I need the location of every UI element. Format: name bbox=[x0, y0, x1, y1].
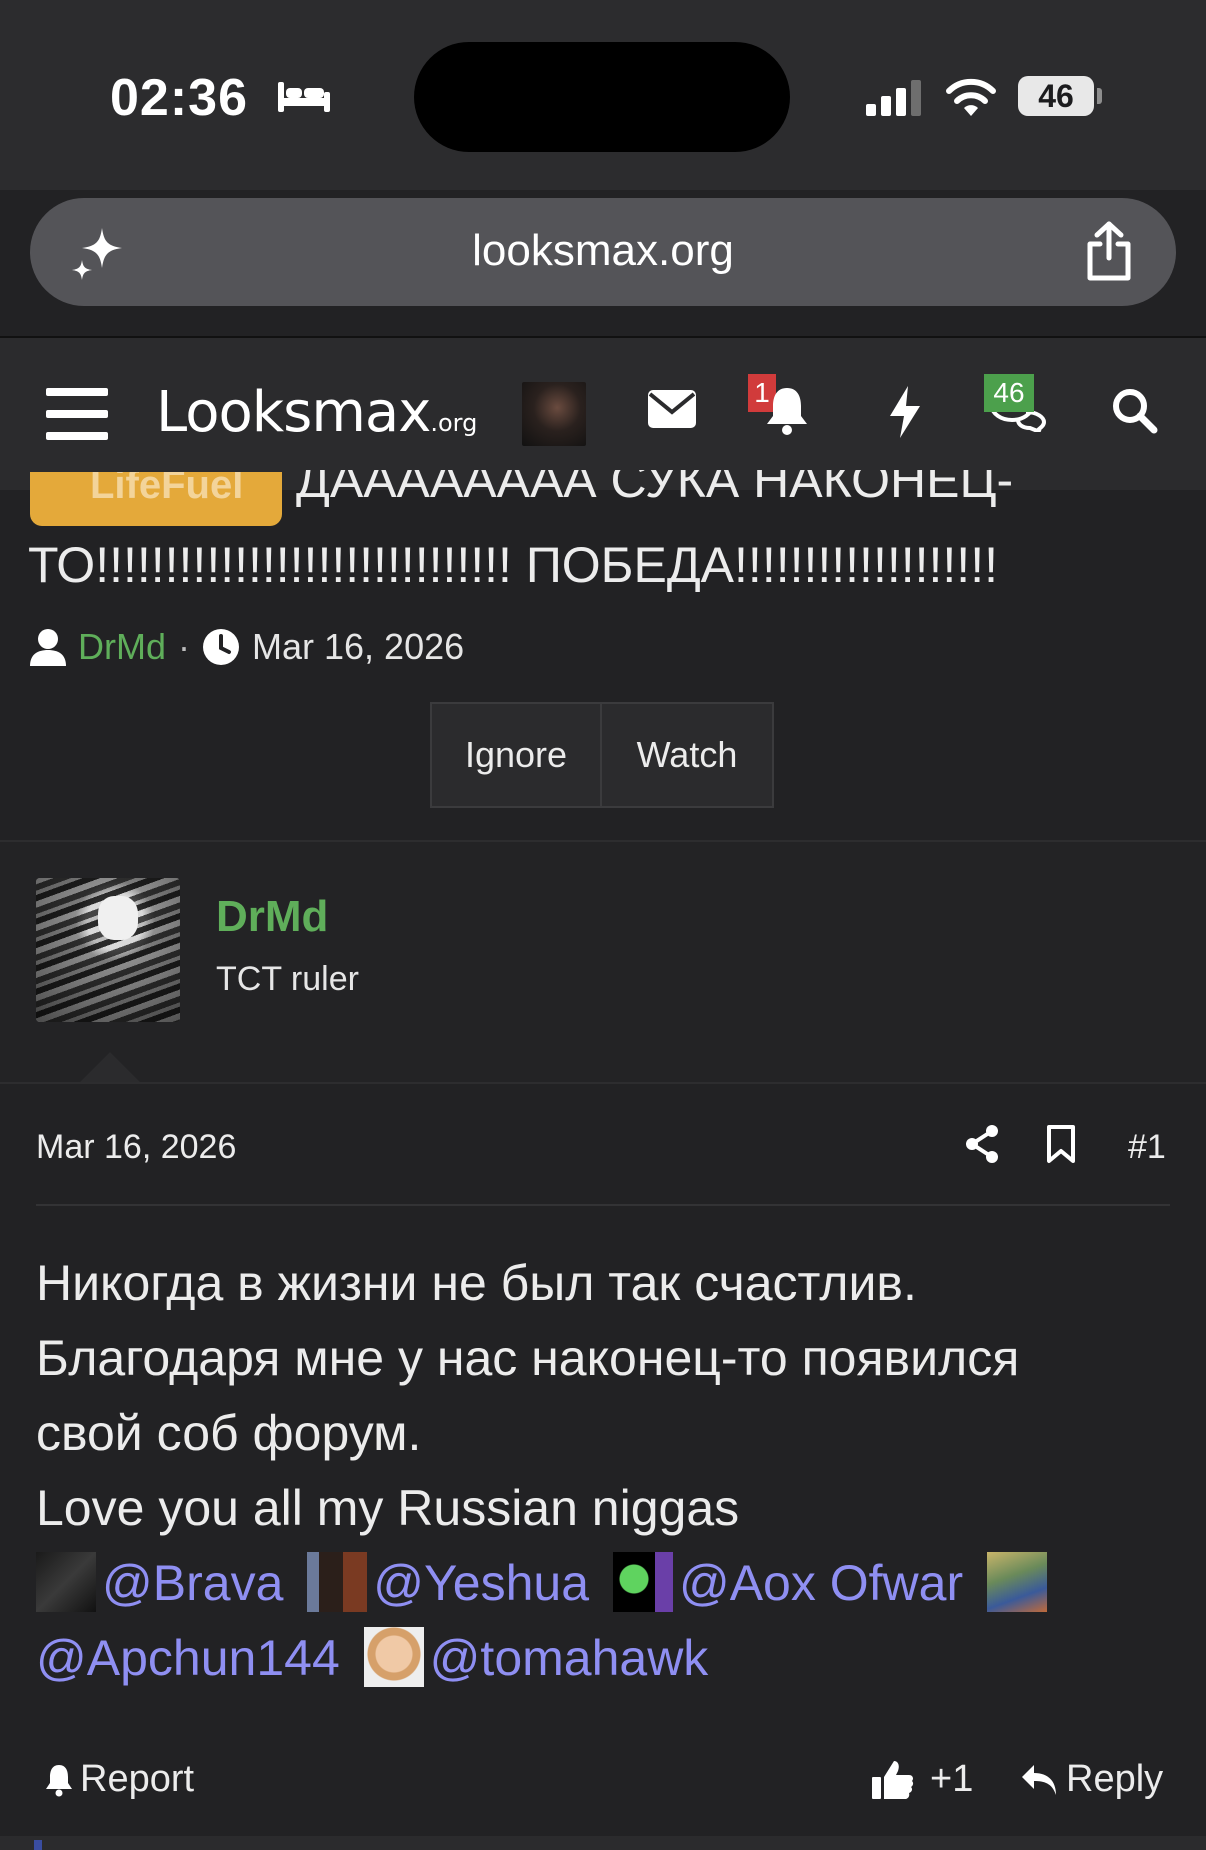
status-bar: 02:36 46 bbox=[0, 0, 1206, 190]
post-body: Mar 16, 2026 #1 Никогда в жизни не был т… bbox=[0, 1084, 1206, 1850]
thread-title-partial: ДАААААААА СУКА НАКОНЕЦ- bbox=[296, 470, 1014, 508]
post-date[interactable]: Mar 16, 2026 bbox=[36, 1128, 236, 1167]
site-logo[interactable]: Looksmax.org bbox=[156, 380, 477, 445]
divider bbox=[36, 1204, 1170, 1206]
mention-avatar bbox=[987, 1552, 1047, 1612]
mention-link[interactable]: @Apchun144 bbox=[36, 1630, 340, 1686]
post-footer: Report +1 Reply bbox=[0, 1754, 1206, 1814]
hamburger-menu-icon[interactable] bbox=[46, 388, 108, 440]
reply-label: Reply bbox=[1066, 1758, 1164, 1800]
watch-button[interactable]: Watch bbox=[602, 704, 772, 806]
mention-brava[interactable]: @Brava bbox=[36, 1552, 283, 1612]
prefix-label: LifeFuel bbox=[90, 472, 244, 507]
search-icon[interactable] bbox=[1110, 386, 1158, 434]
bookmark-icon[interactable] bbox=[1046, 1124, 1076, 1164]
thumbs-up-icon bbox=[872, 1760, 914, 1799]
post-line: Love you all my Russian niggas bbox=[36, 1480, 740, 1536]
forum-navbar: Looksmax.org 1 46 bbox=[0, 338, 1206, 490]
thread-title-line1: ДАААААААА СУКА НАКОНЕЦ- bbox=[296, 470, 1013, 516]
clock-icon bbox=[203, 629, 239, 665]
address-bar[interactable]: looksmax.org bbox=[30, 198, 1176, 306]
post-author-title: TCT ruler bbox=[216, 960, 359, 998]
like-button[interactable]: +1 bbox=[872, 1758, 973, 1801]
battery-tip bbox=[1097, 88, 1102, 104]
post-user-block: DrMd TCT ruler bbox=[0, 842, 1206, 1082]
mail-icon[interactable] bbox=[648, 390, 696, 428]
meta-separator: · bbox=[178, 626, 190, 667]
mention-avatar bbox=[36, 1552, 96, 1612]
mention-aox-ofwar[interactable]: @Aox Ofwar bbox=[612, 1552, 963, 1612]
mentions: @Brava @Yeshua @Aox Ofwar @Apchun144 @to… bbox=[36, 1546, 1176, 1696]
mention-apchun144[interactable]: @Apchun144 bbox=[36, 1630, 340, 1686]
dynamic-island bbox=[414, 42, 790, 152]
logo-suffix: .org bbox=[430, 409, 478, 437]
thread-actions: Ignore Watch bbox=[430, 702, 774, 808]
url-text[interactable]: looksmax.org bbox=[30, 226, 1176, 276]
bed-sleep-icon bbox=[278, 82, 330, 112]
mention-avatar bbox=[307, 1552, 368, 1612]
message-pointer bbox=[80, 1052, 140, 1082]
next-post-marker bbox=[34, 1840, 42, 1850]
post-number[interactable]: #1 bbox=[1128, 1128, 1166, 1167]
report-button[interactable]: Report bbox=[44, 1758, 194, 1801]
mention-apchun144-avatar-only[interactable] bbox=[987, 1552, 1053, 1612]
like-count: +1 bbox=[930, 1758, 974, 1800]
share-icon[interactable] bbox=[1082, 220, 1136, 284]
post-author-name[interactable]: DrMd bbox=[216, 892, 328, 942]
post-author-avatar[interactable] bbox=[36, 878, 180, 1022]
user-avatar[interactable] bbox=[522, 382, 586, 446]
thread-date[interactable]: Mar 16, 2026 bbox=[252, 626, 464, 668]
share-icon[interactable] bbox=[964, 1124, 1000, 1164]
mention-link[interactable]: @Yeshua bbox=[373, 1555, 589, 1611]
conversations-badge: 46 bbox=[984, 374, 1034, 412]
status-time: 02:36 bbox=[110, 69, 248, 127]
reply-arrow-icon bbox=[1022, 1764, 1056, 1795]
thread-title-line2: ТО!!!!!!!!!!!!!!!!!!!!!!!!!!!!!! ПОБЕДА!… bbox=[28, 537, 998, 593]
mention-link[interactable]: @Brava bbox=[102, 1555, 283, 1611]
post-line: Благодаря мне у нас наконец-то появился bbox=[36, 1330, 1020, 1386]
thread-meta: DrMd · Mar 16, 2026 bbox=[30, 626, 464, 668]
user-icon bbox=[30, 629, 66, 666]
bolt-icon[interactable] bbox=[888, 386, 922, 438]
report-label: Report bbox=[80, 1758, 195, 1800]
post-line: Никогда в жизни не был так счастлив. bbox=[36, 1255, 917, 1311]
mention-tomahawk[interactable]: @tomahawk bbox=[363, 1627, 709, 1687]
mention-avatar bbox=[363, 1627, 424, 1687]
thread-prefix-tag[interactable]: LifeFuel bbox=[30, 472, 282, 526]
reply-button[interactable]: Reply bbox=[1020, 1758, 1163, 1801]
battery-icon: 46 bbox=[1018, 76, 1094, 116]
post-line: свой соб форум. bbox=[36, 1405, 422, 1461]
mention-link[interactable]: @tomahawk bbox=[430, 1630, 709, 1686]
logo-main: Looksmax bbox=[156, 380, 431, 445]
bell-icon[interactable] bbox=[764, 384, 810, 436]
next-post-edge bbox=[0, 1836, 1206, 1850]
mention-link[interactable]: @Aox Ofwar bbox=[679, 1555, 963, 1611]
cellular-signal-icon bbox=[866, 80, 921, 116]
post-message: Никогда в жизни не был так счастлив. Бла… bbox=[36, 1246, 1176, 1546]
mention-yeshua[interactable]: @Yeshua bbox=[307, 1552, 589, 1612]
bell-icon bbox=[46, 1764, 72, 1796]
mention-avatar bbox=[612, 1552, 673, 1612]
avatar-face bbox=[98, 896, 138, 940]
ignore-button[interactable]: Ignore bbox=[432, 704, 602, 806]
wifi-icon bbox=[946, 78, 996, 116]
thread-author-link[interactable]: DrMd bbox=[78, 626, 166, 668]
